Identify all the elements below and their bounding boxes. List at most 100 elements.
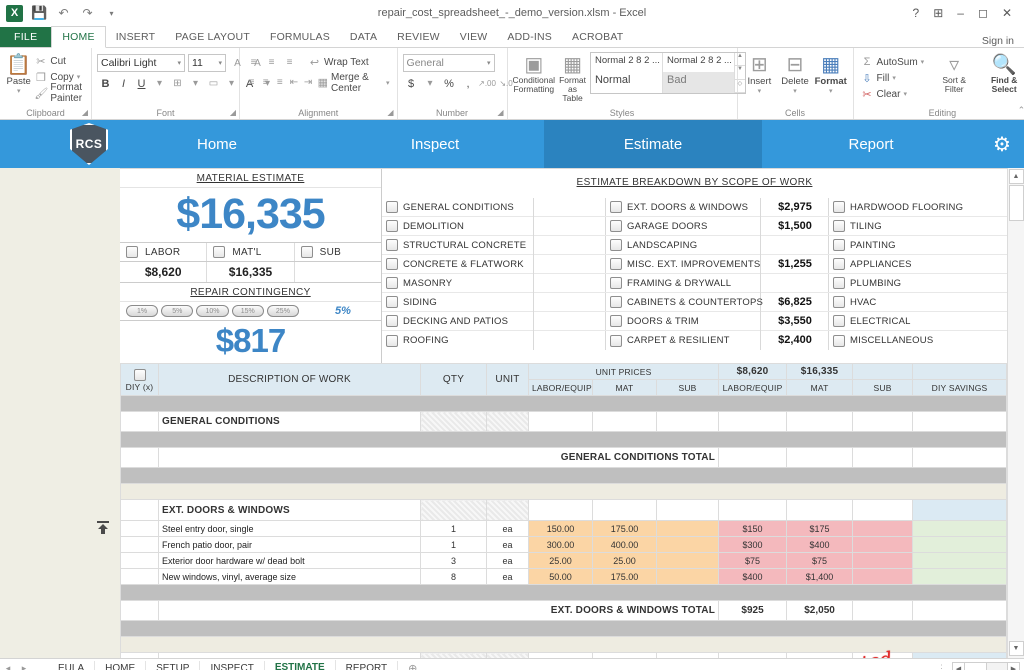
- scope-checkbox[interactable]: [833, 258, 845, 270]
- scope-checkbox[interactable]: [610, 239, 622, 251]
- wrap-text-button[interactable]: ↩ Wrap Text: [306, 55, 371, 71]
- diy-checkbox[interactable]: [133, 368, 146, 381]
- scope-item[interactable]: ELECTRICAL: [829, 312, 1007, 331]
- tab-add-ins[interactable]: ADD-INS: [497, 27, 562, 47]
- nav-item-estimate[interactable]: Estimate: [544, 120, 762, 168]
- cell[interactable]: [718, 499, 788, 521]
- tab-formulas[interactable]: FORMULAS: [260, 27, 340, 47]
- tab-data[interactable]: DATA: [340, 27, 387, 47]
- row-unit-mat[interactable]: 175.00: [592, 568, 657, 585]
- scope-item[interactable]: CABINETS & COUNTERTOPS: [606, 293, 763, 312]
- row-unit-mat[interactable]: 400.00: [592, 536, 657, 553]
- cell[interactable]: [528, 652, 593, 658]
- scope-checkbox[interactable]: [610, 277, 622, 289]
- align-center-icon[interactable]: ≡: [259, 74, 272, 91]
- cell[interactable]: [528, 411, 593, 432]
- section-header-row[interactable]: GENERAL CONDITIONS: [120, 411, 1007, 432]
- scope-item[interactable]: HVAC: [829, 293, 1007, 312]
- contingency-15pct-button[interactable]: 15%: [231, 305, 264, 317]
- row-unit-labor[interactable]: 150.00: [528, 520, 593, 537]
- row-unit-labor[interactable]: 300.00: [528, 536, 593, 553]
- sort-filter-button[interactable]: ▿ Sort & Filter: [932, 52, 976, 94]
- italic-button[interactable]: I: [115, 75, 132, 92]
- scope-item[interactable]: PLUMBING: [829, 274, 1007, 293]
- go-to-top-button[interactable]: [90, 516, 116, 540]
- contingency-1pct-button[interactable]: 1%: [126, 305, 159, 317]
- cell[interactable]: [718, 411, 788, 432]
- row-diy-cell[interactable]: [120, 568, 159, 585]
- section-header-row[interactable]: EXT. DOORS & WINDOWS: [120, 499, 1007, 521]
- new-sheet-button[interactable]: ⊕: [398, 660, 427, 670]
- section-header-row[interactable]: GARAGE DOORS: [120, 652, 1007, 658]
- font-family-select[interactable]: Calibri Light ▾: [97, 54, 185, 72]
- row-unit-sub[interactable]: [655, 520, 720, 537]
- scope-item[interactable]: HARDWOOD FLOORING: [829, 198, 1007, 217]
- cell-styles-gallery[interactable]: Normal 2 8 2 ... Normal 2 8 2 ... Normal…: [589, 52, 746, 94]
- decrease-indent-icon[interactable]: ⇤: [287, 74, 300, 91]
- scope-checkbox[interactable]: [833, 201, 845, 213]
- currency-dropdown-icon[interactable]: ▾: [422, 75, 439, 92]
- cell[interactable]: [852, 652, 914, 658]
- diy-header-cell[interactable]: DIY (x): [120, 363, 159, 396]
- scope-checkbox[interactable]: [833, 239, 845, 251]
- scope-checkbox[interactable]: [610, 315, 622, 327]
- style-item-bad[interactable]: Bad: [662, 72, 735, 93]
- cell[interactable]: [718, 652, 788, 658]
- underline-dropdown-icon[interactable]: ▾: [151, 75, 168, 92]
- delete-cells-button[interactable]: ⊟ Delete ▾: [778, 52, 812, 95]
- section-diy-cell[interactable]: [120, 652, 159, 658]
- row-qty[interactable]: 1: [420, 520, 487, 537]
- tab-acrobat[interactable]: ACROBAT: [562, 27, 633, 47]
- scope-checkbox[interactable]: [610, 201, 622, 213]
- scope-item[interactable]: MASONRY: [382, 274, 533, 293]
- sheet-tab-estimate[interactable]: ESTIMATE: [265, 660, 336, 670]
- row-diy-cell[interactable]: [120, 536, 159, 553]
- sheet-tab-home[interactable]: HOME: [95, 661, 147, 670]
- row-diy-cell[interactable]: [120, 520, 159, 537]
- borders-icon[interactable]: ⊞: [169, 75, 186, 92]
- scope-checkbox[interactable]: [833, 315, 845, 327]
- scope-checkbox[interactable]: [833, 296, 845, 308]
- row-unit-sub[interactable]: [655, 568, 720, 585]
- cell[interactable]: [912, 411, 1007, 432]
- section-diy-cell[interactable]: [120, 499, 159, 521]
- sheet-tab-setup[interactable]: SETUP: [146, 661, 201, 670]
- table-row[interactable]: New windows, vinyl, average size 8 ea 50…: [120, 568, 1007, 585]
- borders-dropdown-icon[interactable]: ▾: [187, 75, 204, 92]
- row-unit-labor[interactable]: 25.00: [528, 552, 593, 569]
- sheet-tab-inspect[interactable]: INSPECT: [200, 661, 265, 670]
- cell[interactable]: [592, 652, 657, 658]
- cell[interactable]: [528, 499, 593, 521]
- increase-indent-icon[interactable]: ⇥: [302, 74, 315, 91]
- scope-item[interactable]: CARPET & RESILIENT: [606, 331, 760, 350]
- vertical-scrollbar[interactable]: ▲ ▼: [1007, 168, 1024, 658]
- labor-checkbox[interactable]: [126, 246, 138, 258]
- scope-checkbox[interactable]: [386, 277, 398, 289]
- scope-checkbox[interactable]: [610, 258, 622, 270]
- row-unit[interactable]: ea: [486, 520, 529, 537]
- scope-item[interactable]: GARAGE DOORS: [606, 217, 760, 236]
- scope-checkbox[interactable]: [386, 220, 398, 232]
- tab-home[interactable]: HOME: [51, 26, 106, 48]
- sign-in-link[interactable]: Sign in: [982, 35, 1024, 47]
- merge-center-button[interactable]: ▦ Merge & Center ▾: [316, 72, 392, 94]
- percent-format-button[interactable]: %: [441, 75, 458, 92]
- scope-item[interactable]: LANDSCAPING: [606, 236, 760, 255]
- tab-file[interactable]: FILE: [0, 27, 52, 47]
- clipboard-dialog-launcher[interactable]: ◢: [82, 108, 88, 117]
- font-size-select[interactable]: 11 ▾: [188, 54, 226, 72]
- cell[interactable]: [786, 411, 854, 432]
- contingency-5pct-button[interactable]: 5%: [161, 305, 194, 317]
- scope-checkbox[interactable]: [386, 334, 398, 347]
- gear-icon[interactable]: ⚙: [980, 132, 1024, 157]
- cell[interactable]: [852, 411, 914, 432]
- contingency-controls[interactable]: 1% 5% 10% 15% 25% 5%: [120, 302, 381, 321]
- ribbon-tab-bar[interactable]: FILE HOME INSERT PAGE LAYOUT FORMULAS DA…: [0, 26, 1024, 48]
- row-unit-mat[interactable]: 25.00: [592, 552, 657, 569]
- row-diy-cell[interactable]: [120, 552, 159, 569]
- sheet-tab-eula[interactable]: EULA: [48, 661, 96, 670]
- sub-toggle[interactable]: SUB: [295, 243, 381, 261]
- scroll-up-icon[interactable]: ▲: [1008, 169, 1024, 184]
- scope-item[interactable]: SIDING: [382, 293, 533, 312]
- app-nav-items[interactable]: Home Inspect Estimate Report: [108, 120, 980, 168]
